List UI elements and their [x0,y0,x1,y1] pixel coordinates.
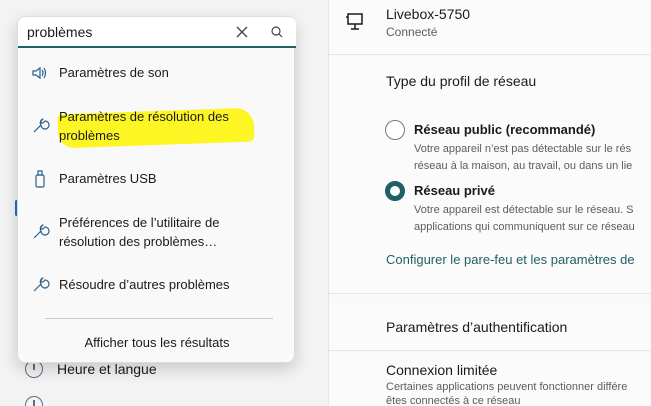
metered-connection-card[interactable]: Connexion limitée Certaines applications… [329,352,651,406]
network-name: Livebox-5750 [386,6,471,22]
speaker-icon [32,66,47,80]
private-network-desc-line2: applications qui communiquent sur ce rés… [414,221,635,233]
search-result-label: Paramètres USB [59,171,157,186]
search-result-usb-settings[interactable]: Paramètres USB [18,167,296,191]
search-result-label: Résoudre d’autres problèmes [59,277,230,292]
metered-desc-line1: Certaines applications peuvent fonctionn… [386,381,628,393]
public-network-label[interactable]: Réseau public (recommandé) [414,122,595,137]
metered-connection-desc: Certaines applications peuvent fonctionn… [386,380,627,406]
private-network-desc-line1: Votre appareil est détectable sur le rés… [414,204,634,216]
metered-desc-line2: êtes connectés à ce réseau [386,395,521,406]
sidebar-item-label: Heure et langue [57,361,157,377]
show-all-results-button[interactable]: Afficher tous les résultats [18,335,296,350]
network-status: Connecté [386,25,438,39]
sidebar-item-next[interactable] [25,396,43,406]
public-network-desc-line1: Votre appareil n’est pas détectable sur … [414,143,632,155]
close-icon[interactable] [234,24,250,40]
profile-type-title: Type du profil de réseau [386,73,537,89]
wrench-icon [33,277,50,292]
search-result-label: Paramètres de résolution des problèmes [59,109,229,143]
search-box[interactable] [18,17,296,48]
private-network-label[interactable]: Réseau privé [414,183,495,198]
private-network-radio[interactable] [385,181,405,201]
search-result-troubleshooter-preferences[interactable]: Préférences de l’utilitaire de résolutio… [18,212,296,252]
public-network-radio[interactable] [385,120,405,140]
results-divider [45,318,273,319]
network-details-pane: Livebox-5750 Connecté Type du profil de … [328,0,651,406]
search-input[interactable] [27,22,227,42]
search-result-label: Préférences de l’utilitaire de résolutio… [59,215,220,249]
ethernet-icon [346,13,363,30]
firewall-settings-link[interactable]: Configurer le pare-feu et les paramètres… [386,252,635,267]
app-icon [25,396,43,406]
authentication-settings-card[interactable]: Paramètres d’authentification [329,305,651,351]
network-header-card: Livebox-5750 Connecté [329,0,651,55]
metered-connection-label: Connexion limitée [386,362,498,378]
authentication-settings-label: Paramètres d’authentification [386,319,568,335]
search-result-label: Paramètres de son [59,65,169,80]
search-result-troubleshoot-settings[interactable]: Paramètres de résolution des problèmes [18,105,296,147]
search-results-popup: Paramètres de son Paramètres de résoluti… [17,16,296,363]
search-icon[interactable] [269,24,285,40]
public-network-desc-line2: réseau à la maison, au travail, ou dans … [414,160,633,172]
network-profile-card: Type du profil de réseau Réseau public (… [329,58,651,294]
search-result-sound-settings[interactable]: Paramètres de son [18,61,296,85]
wrench-icon [33,118,50,133]
wrench-icon [33,224,50,239]
usb-drive-icon [35,170,45,188]
search-result-other-troubleshooters[interactable]: Résoudre d’autres problèmes [18,273,296,297]
